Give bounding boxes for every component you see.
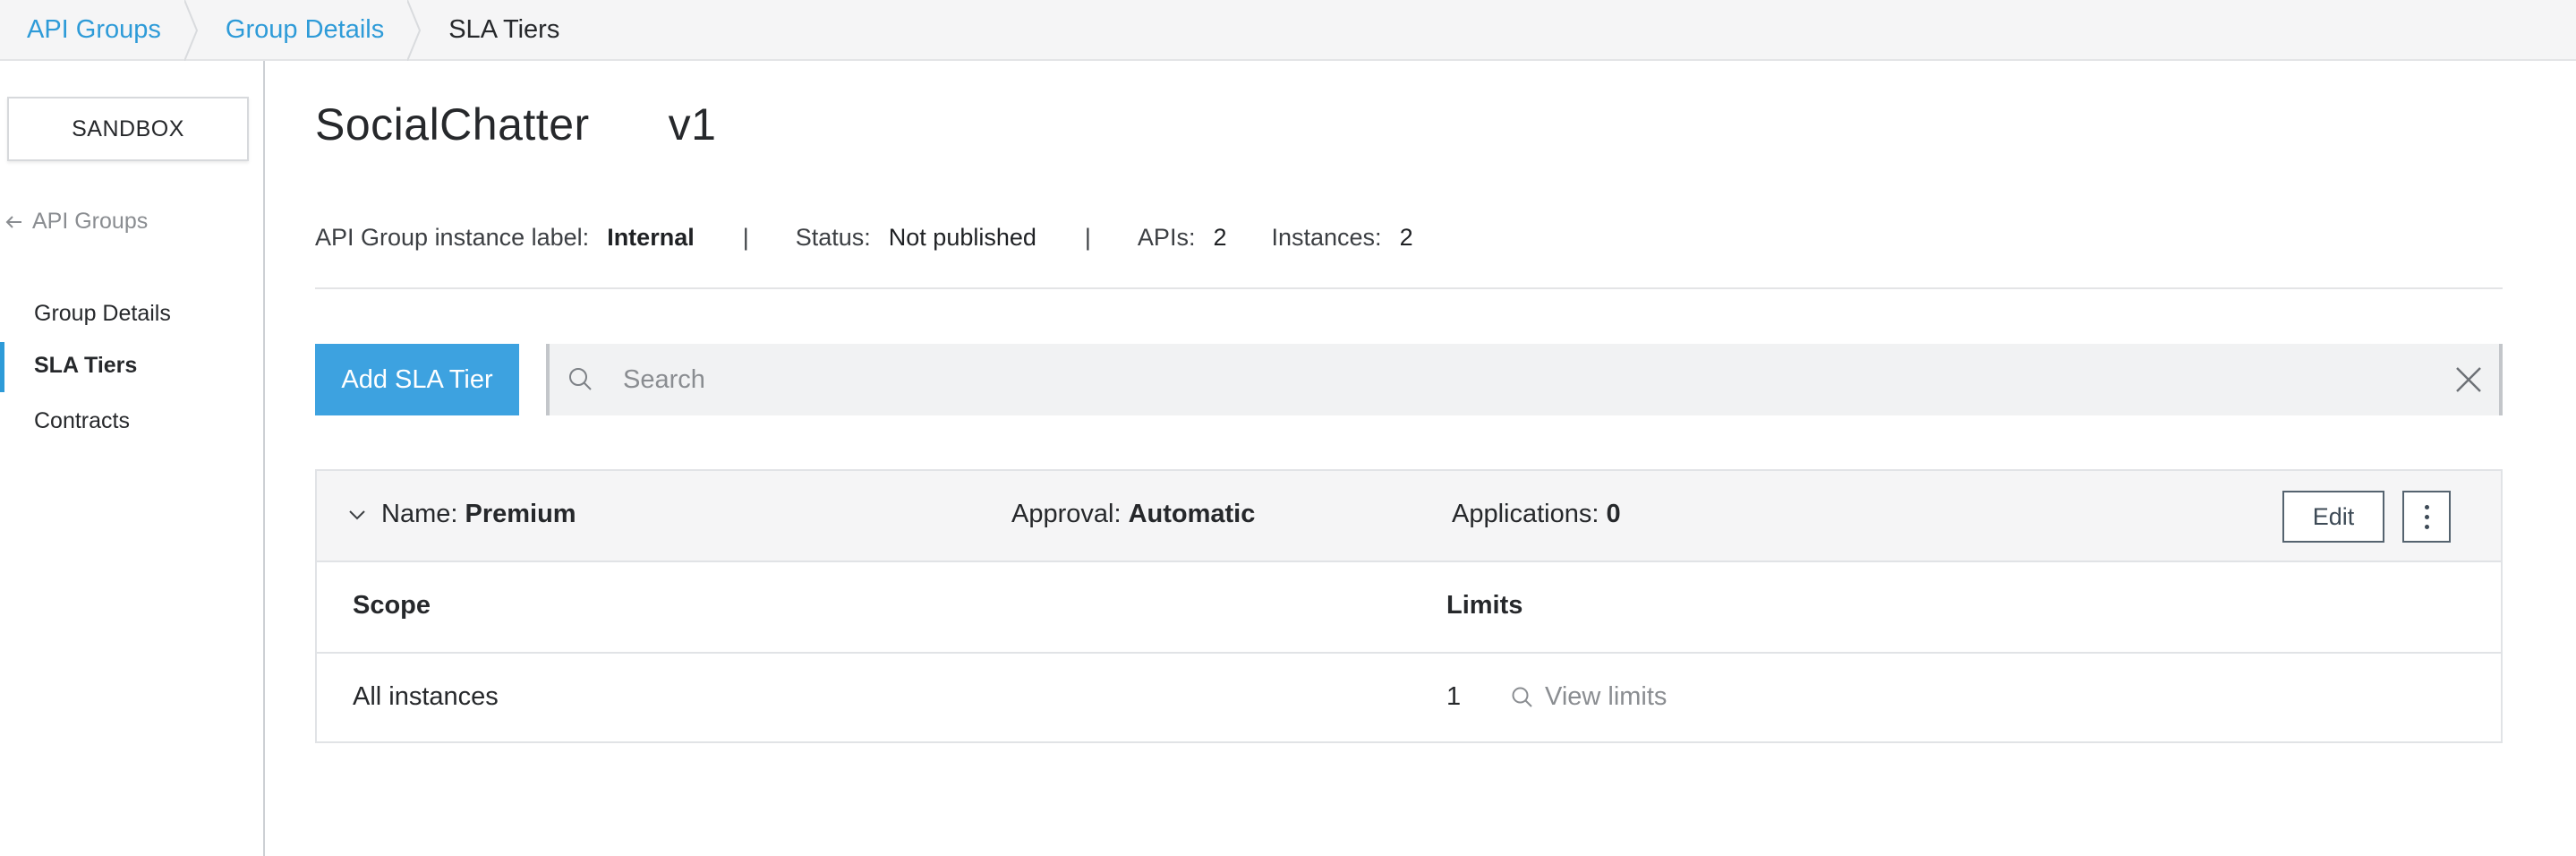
meta-separator: | (1084, 224, 1091, 251)
api-group-name: SocialChatter (315, 99, 590, 150)
sidebar-item-contracts[interactable]: Contracts (34, 408, 130, 434)
view-limits-link[interactable]: View limits (1511, 682, 1667, 712)
sidebar-item-group-details[interactable]: Group Details (34, 301, 171, 327)
breadcrumb-sla-tiers: SLA Tiers (448, 14, 560, 44)
breadcrumb-separator (407, 0, 422, 61)
instance-label-key: API Group instance label: (315, 224, 590, 251)
tier-name-key: Name: (381, 500, 458, 528)
column-header-limits: Limits (1446, 591, 1523, 620)
column-header-scope: Scope (353, 591, 431, 620)
add-sla-tier-button[interactable]: Add SLA Tier (315, 344, 519, 415)
status-value: Not published (888, 224, 1036, 251)
search-input[interactable] (621, 352, 2454, 407)
search-bar (546, 344, 2503, 415)
breadcrumb-api-groups[interactable]: API Groups (0, 0, 184, 59)
instance-label-value: Internal (607, 224, 695, 251)
tier-name-value: Premium (465, 500, 576, 528)
sla-tier-card: Name: Premium Approval: Automatic Applic… (315, 469, 2503, 743)
header-divider (315, 287, 2503, 289)
search-icon (569, 368, 592, 390)
tier-approval-value: Automatic (1128, 500, 1256, 528)
search-icon (1512, 687, 1532, 707)
api-group-version: v1 (668, 99, 717, 150)
tier-applications-value: 0 (1606, 500, 1621, 528)
tier-applications-key: Applications: (1452, 500, 1599, 528)
scope-cell: All instances (353, 682, 499, 711)
edit-button[interactable]: Edit (2282, 491, 2384, 543)
tier-approval-key: Approval: (1011, 500, 1122, 528)
kebab-menu-icon[interactable] (2402, 491, 2451, 543)
table-row: All instances 1 View limits (317, 654, 2501, 743)
arrow-left-icon (5, 215, 21, 228)
sidebar: SANDBOX API Groups Group Details SLA Tie… (0, 61, 265, 856)
back-to-api-groups-link[interactable]: API Groups (5, 209, 148, 235)
back-link-label: API Groups (32, 209, 149, 234)
apis-key: APIs: (1137, 224, 1196, 251)
status-key: Status: (795, 224, 871, 251)
limits-count: 1 (1446, 682, 1462, 711)
instances-value: 2 (1399, 224, 1413, 251)
api-group-meta: API Group instance label: Internal | Sta… (315, 224, 1413, 252)
environment-button[interactable]: SANDBOX (7, 97, 249, 161)
apis-value: 2 (1213, 224, 1227, 251)
page-title: SocialChatter v1 (315, 98, 716, 150)
tier-applications: Applications: 0 (1452, 500, 1621, 529)
close-icon[interactable] (2454, 365, 2483, 394)
tier-name: Name: Premium (381, 500, 576, 529)
breadcrumb-separator (183, 0, 199, 61)
breadcrumb: API Groups Group Details SLA Tiers (0, 0, 2576, 61)
active-indicator (0, 342, 4, 392)
sidebar-item-sla-tiers[interactable]: SLA Tiers (34, 353, 137, 379)
breadcrumb-group-details[interactable]: Group Details (199, 0, 407, 59)
tier-approval: Approval: Automatic (1011, 500, 1255, 529)
limits-table-header: Scope Limits (317, 562, 2501, 654)
instances-key: Instances: (1271, 224, 1382, 251)
sla-tier-header: Name: Premium Approval: Automatic Applic… (317, 471, 2501, 562)
view-limits-label: View limits (1545, 682, 1668, 711)
meta-separator: | (742, 224, 749, 251)
chevron-down-icon[interactable] (347, 505, 367, 525)
